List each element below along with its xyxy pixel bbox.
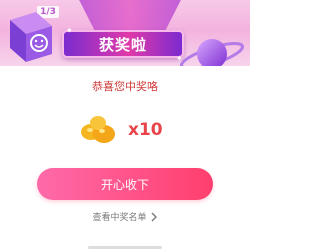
- chevron-right-icon: [151, 212, 157, 221]
- smiley-cube-icon: [10, 12, 52, 62]
- view-winners-link[interactable]: 查看中奖名单: [0, 210, 250, 223]
- accept-button[interactable]: 开心收下: [37, 168, 213, 200]
- header-ribbon: [70, 0, 190, 34]
- accept-button-label: 开心收下: [100, 177, 149, 192]
- prize-count: x10: [128, 120, 163, 140]
- home-indicator: [88, 246, 162, 249]
- reward-title-plate: 获奖啦: [62, 30, 184, 58]
- view-winners-label: 查看中奖名单: [92, 213, 147, 223]
- reward-header: 1/3 获奖啦 ✦ ✦: [0, 0, 250, 68]
- planet-icon: [179, 39, 245, 68]
- sparkle-icon: ✦: [66, 26, 73, 35]
- congrats-text: 恭喜您中奖咯: [92, 80, 158, 93]
- reward-title: 获奖啦: [98, 35, 147, 54]
- gold-beans-icon: [81, 116, 115, 143]
